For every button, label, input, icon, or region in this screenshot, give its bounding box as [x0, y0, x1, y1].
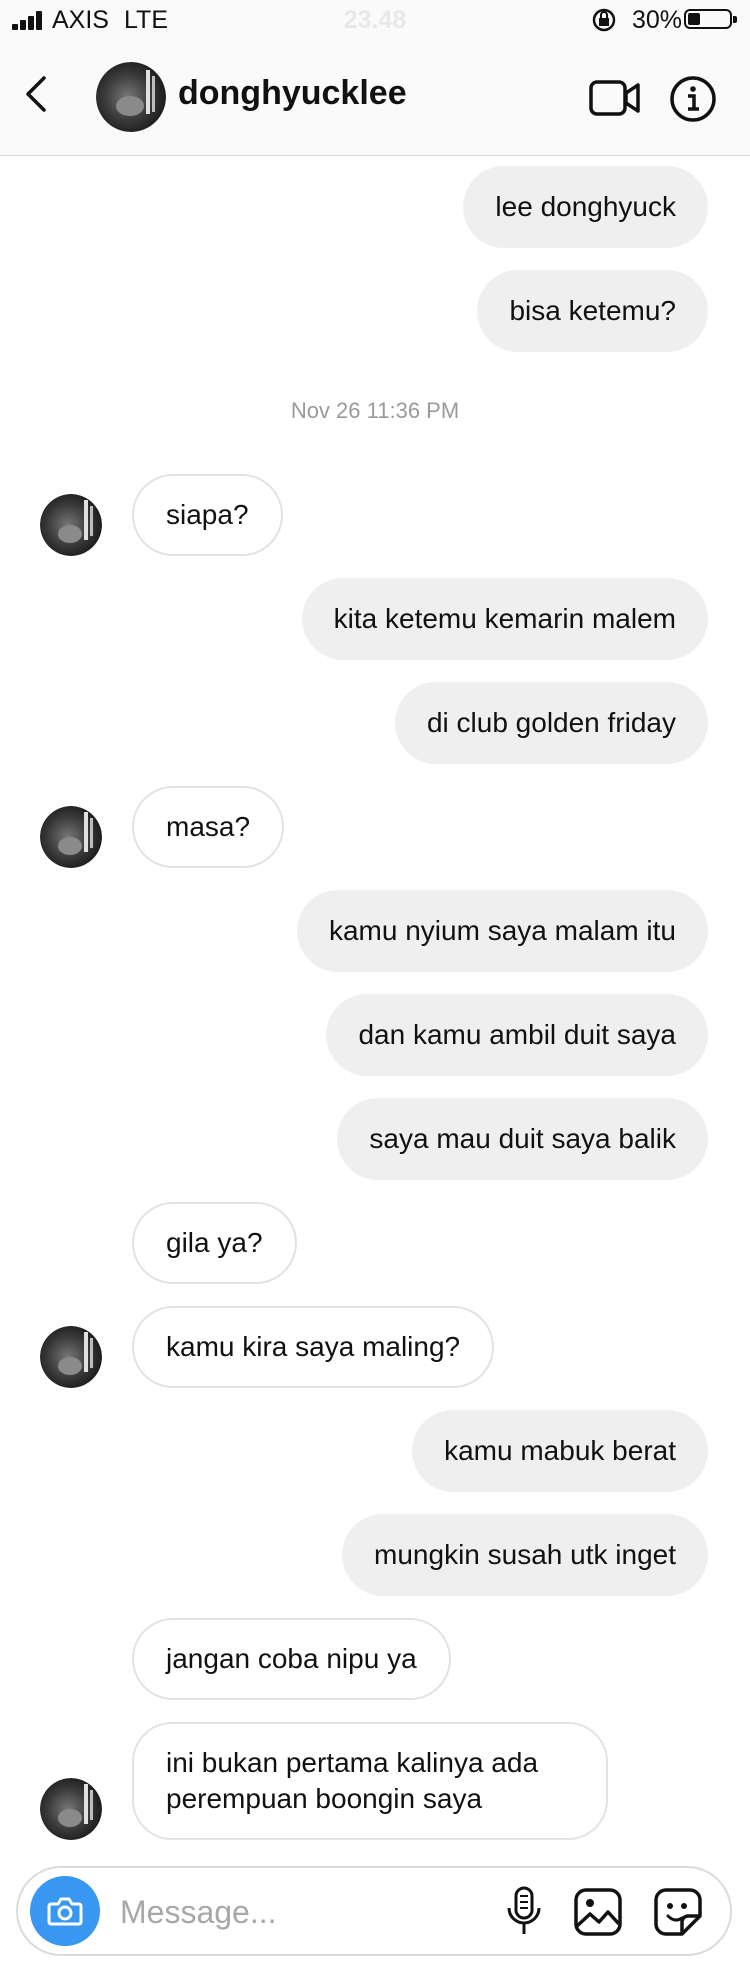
status-bar: AXIS LTE 23.48 30% — [0, 0, 750, 40]
avatar[interactable] — [40, 1326, 102, 1388]
battery-icon — [684, 9, 737, 29]
message-bubble-outgoing[interactable]: dan kamu ambil duit saya — [326, 994, 708, 1076]
message-timestamp: Nov 26 11:36 PM — [290, 398, 460, 423]
message-thread[interactable]: lee donghyuck bisa ketemu? Nov 26 11:36 … — [0, 160, 750, 1840]
message-bubble-incoming[interactable]: siapa? — [132, 474, 283, 556]
message-bubble-outgoing[interactable]: di club golden friday — [394, 682, 708, 764]
chat-username[interactable]: donghyucklee — [178, 74, 407, 113]
info-icon[interactable] — [668, 74, 718, 124]
camera-icon[interactable] — [30, 1876, 100, 1946]
avatar[interactable] — [40, 806, 102, 868]
message-bubble-incoming[interactable]: kamu kira saya maling? — [132, 1306, 495, 1388]
message-bubble-outgoing[interactable]: bisa ketemu? — [477, 270, 708, 352]
message-bubble-outgoing[interactable]: kamu mabuk berat — [412, 1410, 708, 1492]
battery-percent: 30% — [632, 6, 683, 34]
avatar[interactable] — [96, 62, 166, 132]
message-bubble-outgoing[interactable]: saya mau duit saya balik — [337, 1098, 708, 1180]
message-bubble-incoming[interactable]: gila ya? — [132, 1202, 297, 1284]
gallery-icon[interactable] — [572, 1886, 624, 1938]
message-composer — [16, 1866, 732, 1956]
message-bubble-outgoing[interactable]: kamu nyium saya malam itu — [296, 890, 708, 972]
microphone-icon[interactable] — [504, 1884, 544, 1940]
chat-header: donghyucklee — [0, 40, 750, 156]
orientation-lock-icon — [590, 6, 618, 41]
message-bubble-incoming[interactable]: ini bukan pertama kalinya ada perempuan … — [132, 1722, 608, 1840]
avatar[interactable] — [40, 494, 102, 556]
message-bubble-outgoing[interactable]: mungkin susah utk inget — [342, 1514, 708, 1596]
message-bubble-incoming[interactable]: jangan coba nipu ya — [132, 1618, 451, 1700]
video-camera-icon[interactable] — [588, 76, 642, 120]
message-bubble-outgoing[interactable]: lee donghyuck — [463, 166, 708, 248]
message-bubble-incoming[interactable]: masa? — [132, 786, 285, 868]
message-bubble-outgoing[interactable]: kita ketemu kemarin malem — [301, 578, 708, 660]
avatar[interactable] — [40, 1778, 102, 1840]
message-input[interactable] — [118, 1886, 482, 1938]
back-arrow-icon[interactable] — [18, 74, 54, 114]
sticker-icon[interactable] — [652, 1886, 704, 1938]
